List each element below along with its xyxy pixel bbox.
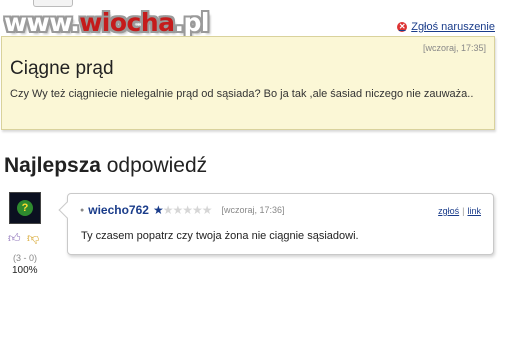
votes-percent: 100% (12, 265, 38, 276)
question-body: Czy Wy też ciągniecie nielegalnie prąd o… (10, 88, 474, 100)
vote-buttons: 👍︎ 👎︎ (8, 232, 40, 245)
answer-box-pointer (58, 201, 76, 219)
star-empty-icon: ★ (192, 203, 203, 217)
watermark-suffix: .pl (174, 8, 210, 37)
avatar[interactable]: ? (9, 192, 41, 224)
avatar-image: ? (17, 200, 33, 216)
star-empty-icon: ★ (172, 203, 183, 217)
answer-timestamp: [wczoraj, 17:36] (221, 205, 285, 215)
question-box: [wczoraj, 17:35] Ciągne prąd Czy Wy też … (1, 36, 495, 130)
report-violation-link[interactable]: ✕ Zgłoś naruszenie (397, 21, 495, 33)
thumb-up-icon[interactable]: 👍︎ (8, 232, 21, 245)
rating-stars: ★★★★★★ (152, 203, 213, 217)
star-filled-icon: ★ (152, 203, 164, 217)
best-answer-heading: Najlepsza odpowiedź (4, 154, 207, 178)
answer-links: zgłoś | link (438, 206, 481, 216)
thumb-down-icon[interactable]: 👎︎ (27, 232, 40, 245)
question-title: Ciągne prąd (10, 58, 114, 79)
report-violation-label: Zgłoś naruszenie (411, 21, 495, 33)
answer-username[interactable]: wiecho762 (88, 203, 149, 217)
site-watermark: www.wiocha.pl (4, 8, 209, 37)
link-separator: | (462, 206, 465, 216)
top-tab-stub (33, 0, 73, 7)
question-timestamp: [wczoraj, 17:35] (422, 43, 486, 53)
answer-header: ● wiecho762 ★★★★★★ [wczoraj, 17:36] (80, 203, 285, 217)
votes-count: (3 - 0) (13, 253, 38, 263)
watermark-brand: wiocha (79, 8, 175, 37)
answer-report-link[interactable]: zgłoś (438, 206, 459, 216)
watermark-prefix: www. (4, 8, 80, 37)
star-empty-icon: ★ (201, 203, 213, 217)
best-answer-heading-bold: Najlepsza (4, 154, 101, 177)
star-empty-icon: ★ (182, 203, 193, 217)
bullet-icon: ● (80, 206, 85, 214)
star-empty-icon: ★ (162, 203, 174, 217)
best-answer-heading-rest: odpowiedź (100, 154, 208, 177)
close-circle-icon: ✕ (397, 22, 408, 32)
answer-permalink[interactable]: link (467, 206, 481, 216)
answer-text: Ty czasem popatrz czy twoja żona nie cią… (81, 230, 359, 242)
answer-box: ● wiecho762 ★★★★★★ [wczoraj, 17:36] zgło… (58, 193, 494, 255)
